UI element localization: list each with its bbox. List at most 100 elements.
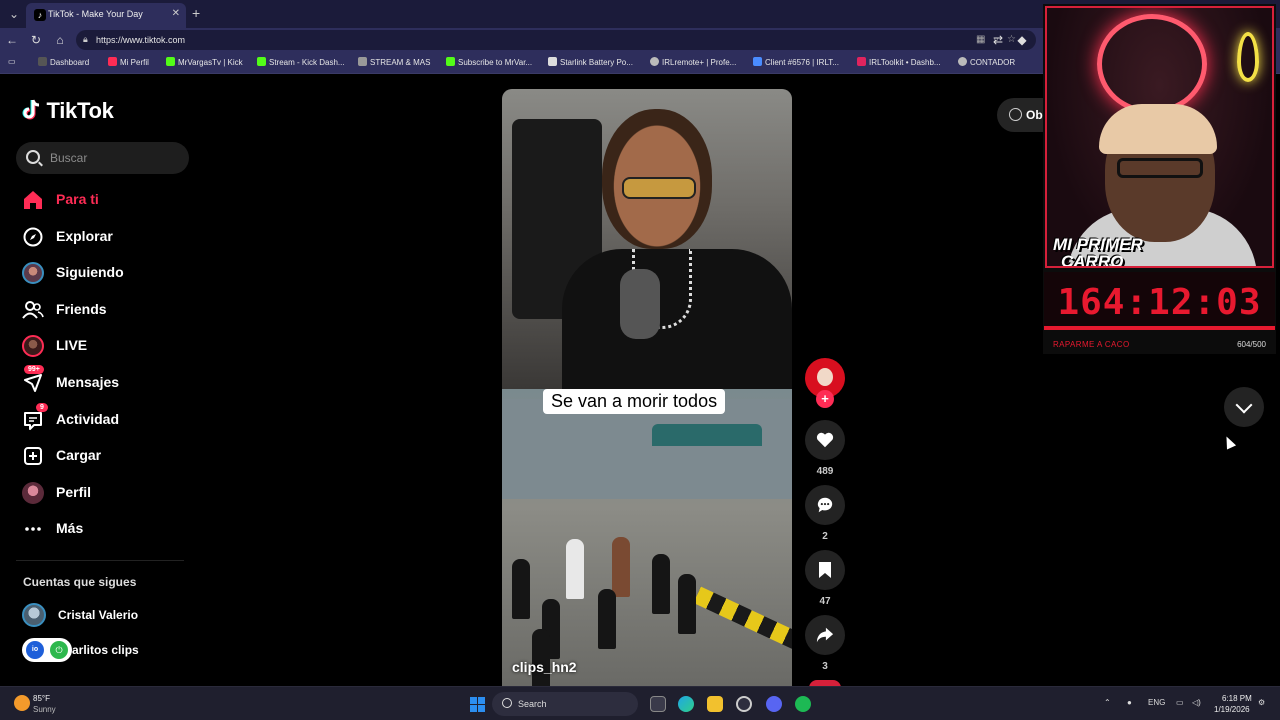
game-character	[678, 574, 696, 634]
save-button[interactable]	[805, 550, 845, 590]
following-name: Cristal Valerio	[58, 608, 139, 622]
bookmarks-menu-icon[interactable]: ▭	[8, 57, 16, 66]
sidebar-item-para-ti[interactable]: Para ti	[20, 182, 190, 219]
tab-list-chevron-icon[interactable]: ⌄	[4, 4, 24, 24]
bookmark-6-icon	[548, 57, 557, 66]
extensions-icon[interactable]: ⇄	[990, 32, 1006, 48]
subathon-timer: 164:12:03	[1057, 282, 1262, 323]
bookmark-6[interactable]: Starlink Battery Po...	[548, 57, 633, 67]
sidebar-item-cargar[interactable]: Cargar	[20, 438, 190, 475]
reload-icon[interactable]: ↻	[28, 32, 44, 48]
close-tab-icon[interactable]: ✕	[172, 8, 180, 19]
comment-button[interactable]	[805, 485, 845, 525]
sidebar-item-siguiendo[interactable]: Siguiendo	[20, 255, 190, 292]
sidebar-item-mas[interactable]: Más	[20, 511, 190, 548]
weather-temp: 85°F	[33, 694, 50, 703]
file-explorer-icon[interactable]	[707, 696, 723, 712]
bookmark-2[interactable]: MrVargasTv | Kick	[166, 57, 243, 67]
clock-time[interactable]: 6:18 PM	[1222, 694, 1252, 703]
bookmark-3-label: Stream - Kick Dash...	[269, 58, 345, 67]
overlay-banner-line-2: CARRO	[1061, 252, 1124, 268]
app-badge-icon: io	[26, 641, 44, 659]
avatar	[22, 603, 46, 627]
sidebar-item-explorar[interactable]: Explorar	[20, 219, 190, 256]
back-icon[interactable]: ←	[4, 32, 20, 48]
home-icon[interactable]: ⌂	[52, 32, 68, 48]
bookmark-8[interactable]: Client #6576 | IRLT...	[753, 57, 839, 67]
volume-icon[interactable]: ◁)	[1192, 698, 1201, 707]
stream-overlay: MI PRIMER CARRO 164:12:03 RAPARME A CACO…	[1043, 4, 1276, 354]
extension-diamond-icon[interactable]: ◆	[1014, 32, 1030, 48]
bookmark-0-icon	[38, 57, 47, 66]
search-icon	[26, 150, 40, 164]
sidebar-item-label: LIVE	[56, 337, 88, 354]
bookmark-1[interactable]: Mi Perfil	[108, 57, 149, 67]
network-icon[interactable]: ▭	[1176, 698, 1184, 707]
app-icon	[1009, 108, 1022, 121]
bookmark-3-icon	[257, 57, 266, 66]
sidebar-item-actividad[interactable]: 9 Actividad	[20, 402, 190, 439]
sidebar-item-friends[interactable]: Friends	[20, 292, 190, 329]
bookmark-10-label: CONTADOR	[970, 58, 1016, 67]
search-icon	[502, 698, 512, 708]
windows-start-icon[interactable]	[470, 697, 485, 712]
sidebar-item-perfil[interactable]: Perfil	[20, 475, 190, 512]
browser-tab[interactable]: ♪ TikTok - Make Your Day ✕	[26, 3, 186, 28]
task-view-icon[interactable]	[650, 696, 666, 712]
notification-icon[interactable]: ⚙	[1258, 698, 1265, 707]
discord-icon[interactable]	[766, 696, 782, 712]
comment-count: 2	[822, 531, 828, 542]
like-button[interactable]	[805, 420, 845, 460]
taskbar-search[interactable]: Search	[492, 692, 638, 716]
follow-plus-icon[interactable]: +	[816, 390, 834, 408]
language-indicator[interactable]: ENG	[1148, 698, 1165, 707]
tray-overflow-icon[interactable]: ⌃	[1104, 698, 1111, 707]
game-character	[652, 554, 670, 614]
bookmark-6-label: Starlink Battery Po...	[560, 58, 633, 67]
video-player[interactable]: Se van a morir todos clips_hn2	[502, 89, 792, 686]
power-icon: ⏻	[50, 641, 68, 659]
bookmark-9[interactable]: IRLToolkit • Dashb...	[857, 57, 941, 67]
tiktok-wordmark: TikTok	[46, 98, 114, 123]
bookmark-0[interactable]: Dashboard	[38, 57, 89, 67]
game-character	[598, 589, 616, 649]
sidebar-item-mensajes[interactable]: 99+ Mensajes	[20, 364, 190, 402]
video-author[interactable]: clips_hn2	[512, 659, 577, 675]
overlay-banner-line-1: MI PRIMER	[1053, 235, 1143, 254]
like-count: 489	[816, 466, 834, 477]
spotify-icon[interactable]	[795, 696, 811, 712]
mouse-cursor	[1221, 434, 1237, 450]
neon-banana	[1237, 32, 1259, 82]
share-count: 3	[822, 661, 828, 672]
goal-progress-bar	[1044, 326, 1275, 330]
tiktok-logo[interactable]: TikTok	[22, 98, 114, 124]
overlay-toggle-pill[interactable]: io ⏻	[22, 638, 72, 662]
windows-taskbar: 85°F Sunny Search ⌃ ● ENG ▭ ◁) 6:18 PM 1…	[0, 686, 1280, 720]
bookmark-10[interactable]: CONTADOR	[958, 57, 1015, 67]
bookmark-1-icon	[108, 57, 117, 66]
bookmark-5[interactable]: Subscribe to MrVar...	[446, 57, 532, 67]
url-field[interactable]: 🔒︎ https://www.tiktok.com ▦⌕☆	[76, 30, 1036, 50]
sidebar-item-live[interactable]: LIVE	[20, 328, 190, 365]
bookmark-3[interactable]: Stream - Kick Dash...	[257, 57, 345, 67]
video-game-frame	[502, 389, 792, 686]
microphone-icon[interactable]: ●	[1127, 698, 1132, 707]
share-button[interactable]	[805, 615, 845, 655]
bookmark-4[interactable]: STREAM & MAS	[358, 57, 430, 67]
timer-panel: 164:12:03	[1044, 272, 1275, 330]
bookmark-7[interactable]: IRLremote+ | Profe...	[650, 57, 736, 67]
goal-count: 604/500	[1237, 340, 1266, 349]
webcam-feed: MI PRIMER CARRO	[1045, 6, 1274, 268]
weather-sun-icon[interactable]	[14, 695, 30, 711]
next-video-button[interactable]	[1224, 387, 1264, 427]
streamer-cap	[1099, 104, 1217, 154]
obs-icon[interactable]	[736, 696, 752, 712]
creator-face	[817, 368, 833, 386]
clock-date[interactable]: 1/19/2026	[1214, 705, 1250, 714]
edge-icon[interactable]	[678, 696, 694, 712]
sidebar-item-label: Perfil	[56, 483, 92, 500]
bookmark-1-label: Mi Perfil	[120, 58, 149, 67]
new-tab-icon[interactable]: +	[192, 5, 200, 21]
url-text: https://www.tiktok.com	[96, 35, 186, 45]
search-input[interactable]: Buscar	[16, 142, 189, 174]
